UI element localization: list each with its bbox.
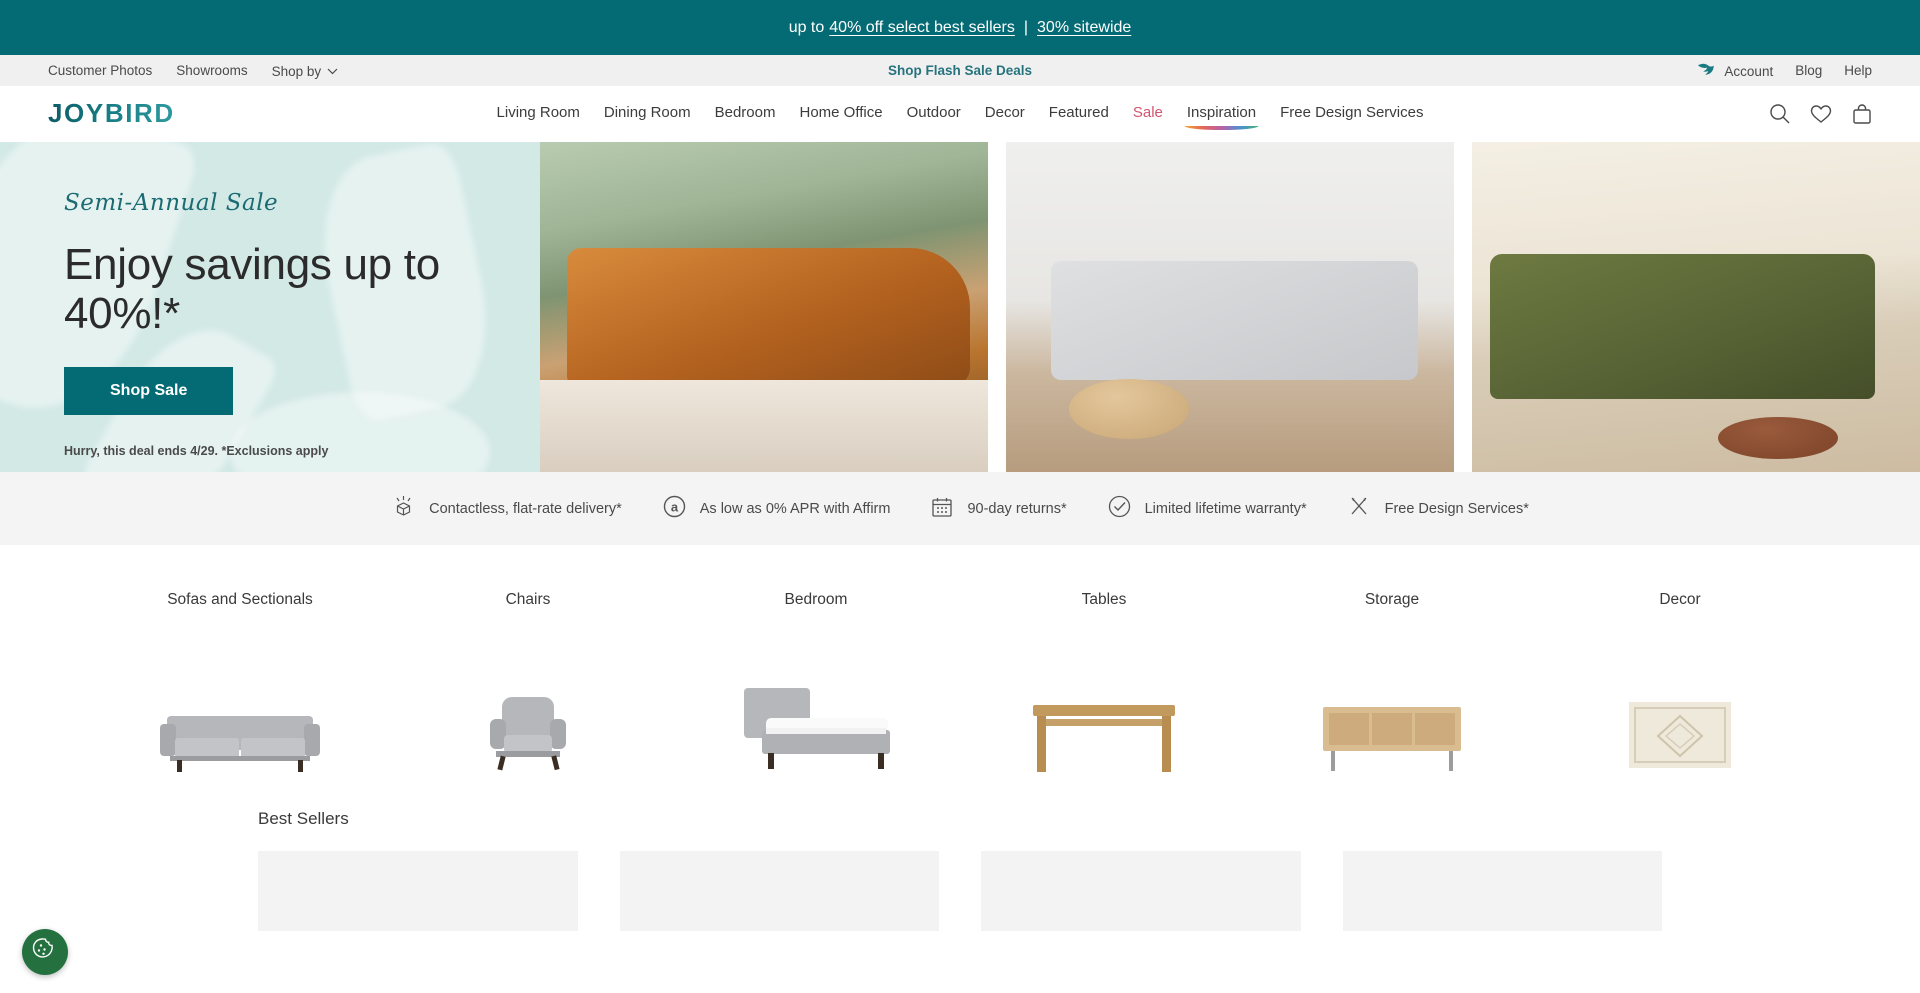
hero-image-group <box>540 142 1920 472</box>
value-prop-label: 90-day returns* <box>967 500 1067 517</box>
joybird-logo[interactable]: JOYBIRD <box>48 98 175 129</box>
flash-sale-deals-link[interactable]: Shop Flash Sale Deals <box>888 63 1032 78</box>
promo-link-best-sellers[interactable]: 40% off select best sellers <box>829 19 1015 37</box>
search-icon[interactable] <box>1769 103 1790 124</box>
sofa-icon <box>140 669 340 779</box>
cookie-preferences-button[interactable] <box>22 929 68 975</box>
best-sellers-row <box>258 851 1662 931</box>
value-prop-design-services[interactable]: Free Design Services* <box>1347 494 1529 523</box>
hero-photo-olive-green-sectional[interactable] <box>1472 142 1920 472</box>
promo-link-sitewide[interactable]: 30% sitewide <box>1037 19 1131 37</box>
value-prop-strip: Contactless, flat-rate delivery* a As lo… <box>0 472 1920 545</box>
category-tables[interactable]: Tables <box>1004 591 1204 779</box>
nav-item-outdoor[interactable]: Outdoor <box>907 104 961 124</box>
shopping-bag-icon[interactable] <box>1852 103 1872 125</box>
category-storage[interactable]: Storage <box>1292 591 1492 779</box>
hero-fine-print: Hurry, this deal ends 4/29. *Exclusions … <box>64 443 329 458</box>
utility-link-account[interactable]: Account <box>1697 62 1773 79</box>
value-prop-label: Contactless, flat-rate delivery* <box>429 500 622 517</box>
affirm-icon: a <box>662 494 687 523</box>
bed-icon <box>716 669 916 779</box>
category-label: Decor <box>1659 591 1701 608</box>
hero-photo-gray-sofa-loft[interactable] <box>1006 142 1454 472</box>
calendar-icon <box>930 495 954 523</box>
nav-item-inspiration[interactable]: Inspiration <box>1184 104 1259 130</box>
category-label: Tables <box>1081 591 1127 608</box>
category-grid: Sofas and Sectionals Chairs Bedroom Tabl… <box>0 545 1920 779</box>
design-tools-icon <box>1347 494 1372 523</box>
svg-text:a: a <box>671 500 679 515</box>
utility-left-links: Customer Photos Showrooms Shop by <box>0 63 338 79</box>
nav-item-free-design-services[interactable]: Free Design Services <box>1280 104 1423 124</box>
product-card-placeholder[interactable] <box>258 851 578 931</box>
hero-eyebrow: Semi-Annual Sale <box>64 190 279 216</box>
shop-sale-button[interactable]: Shop Sale <box>64 366 234 415</box>
bird-icon <box>1697 62 1716 76</box>
utility-link-showrooms[interactable]: Showrooms <box>176 63 247 78</box>
utility-right-links: Account Blog Help <box>1697 62 1920 79</box>
best-sellers-section: Best Sellers <box>0 779 1920 931</box>
rug-icon <box>1580 669 1780 779</box>
account-label: Account <box>1724 64 1774 79</box>
nav-item-bedroom[interactable]: Bedroom <box>715 104 776 124</box>
nav-item-decor[interactable]: Decor <box>985 104 1025 124</box>
chair-icon <box>428 669 628 779</box>
value-prop-label: As low as 0% APR with Affirm <box>699 500 891 517</box>
nav-item-living-room[interactable]: Living Room <box>497 104 580 124</box>
nav-item-home-office[interactable]: Home Office <box>799 104 882 124</box>
utility-link-help[interactable]: Help <box>1844 63 1872 78</box>
hero-photo-caramel-leather-sectional[interactable] <box>540 142 988 472</box>
promo-separator: | <box>1023 18 1029 36</box>
category-chairs[interactable]: Chairs <box>428 591 628 779</box>
category-label: Storage <box>1364 591 1420 608</box>
header-icon-group <box>1769 103 1872 125</box>
utility-link-customer-photos[interactable]: Customer Photos <box>48 63 152 78</box>
main-header: JOYBIRD Living Room Dining Room Bedroom … <box>0 86 1920 142</box>
product-card-placeholder[interactable] <box>619 851 939 931</box>
hero-text-panel: Semi-Annual Sale Enjoy savings up to 40%… <box>0 142 540 472</box>
package-delivery-icon <box>391 494 416 523</box>
value-prop-affirm[interactable]: a As low as 0% APR with Affirm <box>662 494 891 523</box>
value-prop-label: Free Design Services* <box>1384 500 1529 517</box>
category-bedroom[interactable]: Bedroom <box>716 591 916 779</box>
promo-lead-text: up to <box>788 18 825 36</box>
value-prop-delivery[interactable]: Contactless, flat-rate delivery* <box>391 494 622 523</box>
check-circle-icon <box>1107 494 1132 523</box>
category-label: Sofas and Sectionals <box>167 591 313 608</box>
wishlist-heart-icon[interactable] <box>1810 104 1832 124</box>
main-navigation: Living Room Dining Room Bedroom Home Off… <box>497 104 1423 130</box>
cookie-icon <box>32 936 59 968</box>
storage-icon <box>1292 669 1492 779</box>
product-card-placeholder[interactable] <box>1342 851 1662 931</box>
table-icon <box>1004 669 1204 779</box>
category-label: Chairs <box>505 591 551 608</box>
hero-section: Semi-Annual Sale Enjoy savings up to 40%… <box>0 142 1920 472</box>
product-card-placeholder[interactable] <box>981 851 1301 931</box>
nav-item-featured[interactable]: Featured <box>1049 104 1109 124</box>
hero-title: Enjoy savings up to 40%!* <box>64 240 440 339</box>
utility-link-shop-by[interactable]: Shop by <box>272 63 339 79</box>
nav-item-sale[interactable]: Sale <box>1133 104 1163 124</box>
value-prop-warranty[interactable]: Limited lifetime warranty* <box>1107 494 1307 523</box>
utility-link-blog[interactable]: Blog <box>1795 63 1822 78</box>
category-label: Bedroom <box>784 591 848 608</box>
utility-bar: Customer Photos Showrooms Shop by Shop F… <box>0 55 1920 86</box>
hero-content: Semi-Annual Sale Enjoy savings up to 40%… <box>0 142 540 458</box>
category-sofas-and-sectionals[interactable]: Sofas and Sectionals <box>140 591 340 779</box>
chevron-down-icon <box>327 63 338 78</box>
value-prop-label: Limited lifetime warranty* <box>1144 500 1307 517</box>
promo-banner: up to 40% off select best sellers | 30% … <box>0 0 1920 55</box>
nav-item-dining-room[interactable]: Dining Room <box>604 104 691 124</box>
shop-by-label: Shop by <box>271 63 322 79</box>
category-decor[interactable]: Decor <box>1580 591 1780 779</box>
best-sellers-title: Best Sellers <box>258 809 349 828</box>
value-prop-returns[interactable]: 90-day returns* <box>930 495 1067 523</box>
